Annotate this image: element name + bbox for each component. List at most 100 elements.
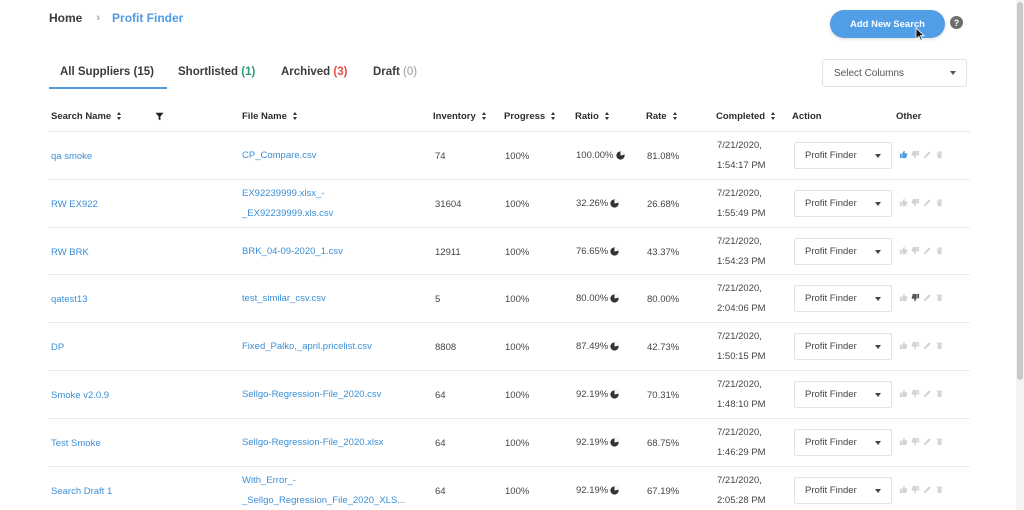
file-name-link[interactable]: BRK_04-09-2020_1.csv: [242, 242, 343, 262]
action-label: Profit Finder: [805, 436, 857, 448]
edit-pencil-icon[interactable]: [923, 246, 932, 255]
file-name-link[interactable]: CP_Compare.csv: [242, 146, 316, 166]
pie-chart-icon[interactable]: [610, 342, 619, 351]
sort-icon[interactable]: [551, 112, 556, 121]
edit-pencil-icon[interactable]: [923, 150, 932, 159]
search-name-link[interactable]: Test Smoke: [51, 438, 101, 449]
table-row[interactable]: DP Fixed_Palko,_april.pricelist.csv 8808 10…: [48, 323, 970, 371]
column-header-search-name[interactable]: Search Name: [51, 111, 122, 122]
trash-icon[interactable]: [935, 485, 944, 494]
action-dropdown[interactable]: Profit Finder: [794, 142, 892, 169]
table-row[interactable]: Search Draft 1 With_Error_- _Sellgo_Regres…: [48, 467, 970, 510]
column-header-progress[interactable]: Progress: [504, 111, 556, 122]
rate-value: 26.68%: [647, 198, 680, 210]
thumbs-down-icon[interactable]: [911, 437, 920, 446]
tab-draft[interactable]: Draft (0): [373, 66, 417, 78]
column-header-rate[interactable]: Rate: [646, 111, 678, 122]
table-row[interactable]: qa smoke CP_Compare.csv 74 100% 100.00% 81.08…: [48, 132, 970, 180]
scrollbar-thumb[interactable]: [1017, 2, 1023, 380]
thumbs-down-icon[interactable]: [911, 246, 920, 255]
add-new-search-button[interactable]: Add New Search: [830, 10, 945, 38]
thumbs-up-icon[interactable]: [899, 293, 908, 302]
edit-pencil-icon[interactable]: [923, 293, 932, 302]
thumbs-down-icon[interactable]: [911, 150, 920, 159]
trash-icon[interactable]: [935, 437, 944, 446]
edit-pencil-icon[interactable]: [923, 389, 932, 398]
sort-icon[interactable]: [117, 112, 122, 121]
sort-icon[interactable]: [292, 112, 298, 121]
edit-pencil-icon[interactable]: [923, 437, 932, 446]
search-name-link[interactable]: Smoke v2.0.9: [51, 390, 109, 401]
trash-icon[interactable]: [935, 293, 944, 302]
pie-chart-icon[interactable]: [615, 151, 625, 160]
search-name-link[interactable]: DP: [51, 342, 64, 353]
thumbs-up-icon[interactable]: [899, 437, 908, 446]
table-row[interactable]: RW EX922 EX92239999.xlsx_- _EX92239999.xls…: [48, 180, 970, 228]
table-row[interactable]: qatest13 test_similar_csv.csv 5 100% 80.00% 8…: [48, 275, 970, 324]
action-dropdown[interactable]: Profit Finder: [794, 237, 892, 265]
search-name-link[interactable]: qa smoke: [51, 151, 92, 162]
thumbs-up-icon[interactable]: [899, 198, 908, 207]
search-name-link[interactable]: RW BRK: [51, 247, 89, 258]
thumbs-up-icon[interactable]: [899, 150, 908, 159]
sort-icon[interactable]: [481, 112, 487, 121]
select-columns-dropdown[interactable]: Select Columns: [822, 59, 967, 87]
action-dropdown[interactable]: Profit Finder: [794, 380, 892, 408]
file-name-link[interactable]: test_similar_csv.csv: [242, 289, 326, 309]
search-name-link[interactable]: Search Draft 1: [51, 486, 112, 497]
thumbs-down-icon[interactable]: [911, 485, 920, 494]
trash-icon[interactable]: [935, 341, 944, 350]
tab-shortlisted[interactable]: Shortlisted (1): [178, 66, 255, 78]
file-name-link[interactable]: EX92239999.xlsx_- _EX92239999.xls.csv: [242, 184, 333, 224]
ratio-cell: 80.00%: [576, 293, 619, 304]
action-dropdown[interactable]: Profit Finder: [794, 333, 892, 361]
table-row[interactable]: Smoke v2.0.9 Sellgo-Regression-File_2020.…: [48, 371, 970, 419]
thumbs-up-icon[interactable]: [899, 341, 908, 350]
sort-icon[interactable]: [604, 112, 610, 121]
action-dropdown[interactable]: Profit Finder: [794, 285, 892, 313]
pie-chart-icon[interactable]: [610, 246, 619, 256]
action-dropdown[interactable]: Profit Finder: [794, 428, 892, 456]
trash-icon[interactable]: [935, 389, 944, 398]
column-header-inventory[interactable]: Inventory: [433, 111, 487, 122]
tab-archived[interactable]: Archived (3): [281, 66, 347, 78]
pie-chart-icon[interactable]: [610, 199, 619, 208]
file-name-link[interactable]: Sellgo-Regression-File_2020.csv: [242, 385, 381, 405]
trash-icon[interactable]: [935, 198, 944, 207]
pie-chart-icon[interactable]: [610, 485, 619, 495]
table-row[interactable]: RW BRK BRK_04-09-2020_1.csv 12911 100% 76.65…: [48, 228, 970, 276]
trash-icon[interactable]: [935, 246, 944, 255]
thumbs-down-icon[interactable]: [911, 293, 920, 302]
column-header-ratio[interactable]: Ratio: [575, 111, 610, 122]
thumbs-up-icon[interactable]: [899, 246, 908, 255]
search-name-link[interactable]: qatest13: [51, 294, 87, 305]
pie-chart-icon[interactable]: [610, 438, 619, 447]
thumbs-down-icon[interactable]: [911, 341, 920, 350]
table-row[interactable]: Test Smoke Sellgo-Regression-File_2020.xl…: [48, 419, 970, 467]
thumbs-down-icon[interactable]: [911, 198, 920, 207]
search-name-link[interactable]: RW EX922: [51, 199, 98, 210]
column-header-file-name[interactable]: File Name: [242, 111, 298, 122]
tab-all-suppliers[interactable]: All Suppliers (15): [60, 66, 154, 78]
sort-icon[interactable]: [672, 112, 678, 121]
edit-pencil-icon[interactable]: [923, 198, 932, 207]
file-name-link[interactable]: Fixed_Palko,_april.pricelist.csv: [242, 337, 372, 357]
breadcrumb-home[interactable]: Home: [49, 11, 82, 25]
thumbs-up-icon[interactable]: [899, 485, 908, 494]
action-dropdown[interactable]: Profit Finder: [794, 189, 892, 217]
file-name-link[interactable]: Sellgo-Regression-File_2020.xlsx: [242, 433, 384, 453]
action-dropdown[interactable]: Profit Finder: [794, 476, 892, 504]
trash-icon[interactable]: [935, 150, 944, 159]
column-header-completed[interactable]: Completed: [716, 111, 776, 122]
thumbs-down-icon[interactable]: [911, 389, 920, 398]
completed-time: 2:04:06 PM: [717, 303, 766, 315]
file-name-link[interactable]: With_Error_- _Sellgo_Regression_File_2020…: [242, 471, 405, 510]
help-icon[interactable]: ?: [950, 16, 963, 29]
filter-icon[interactable]: [155, 112, 164, 121]
pie-chart-icon[interactable]: [610, 390, 619, 399]
pie-chart-icon[interactable]: [610, 294, 619, 304]
sort-icon[interactable]: [771, 112, 776, 121]
thumbs-up-icon[interactable]: [899, 389, 908, 398]
edit-pencil-icon[interactable]: [923, 341, 932, 350]
edit-pencil-icon[interactable]: [923, 485, 932, 494]
